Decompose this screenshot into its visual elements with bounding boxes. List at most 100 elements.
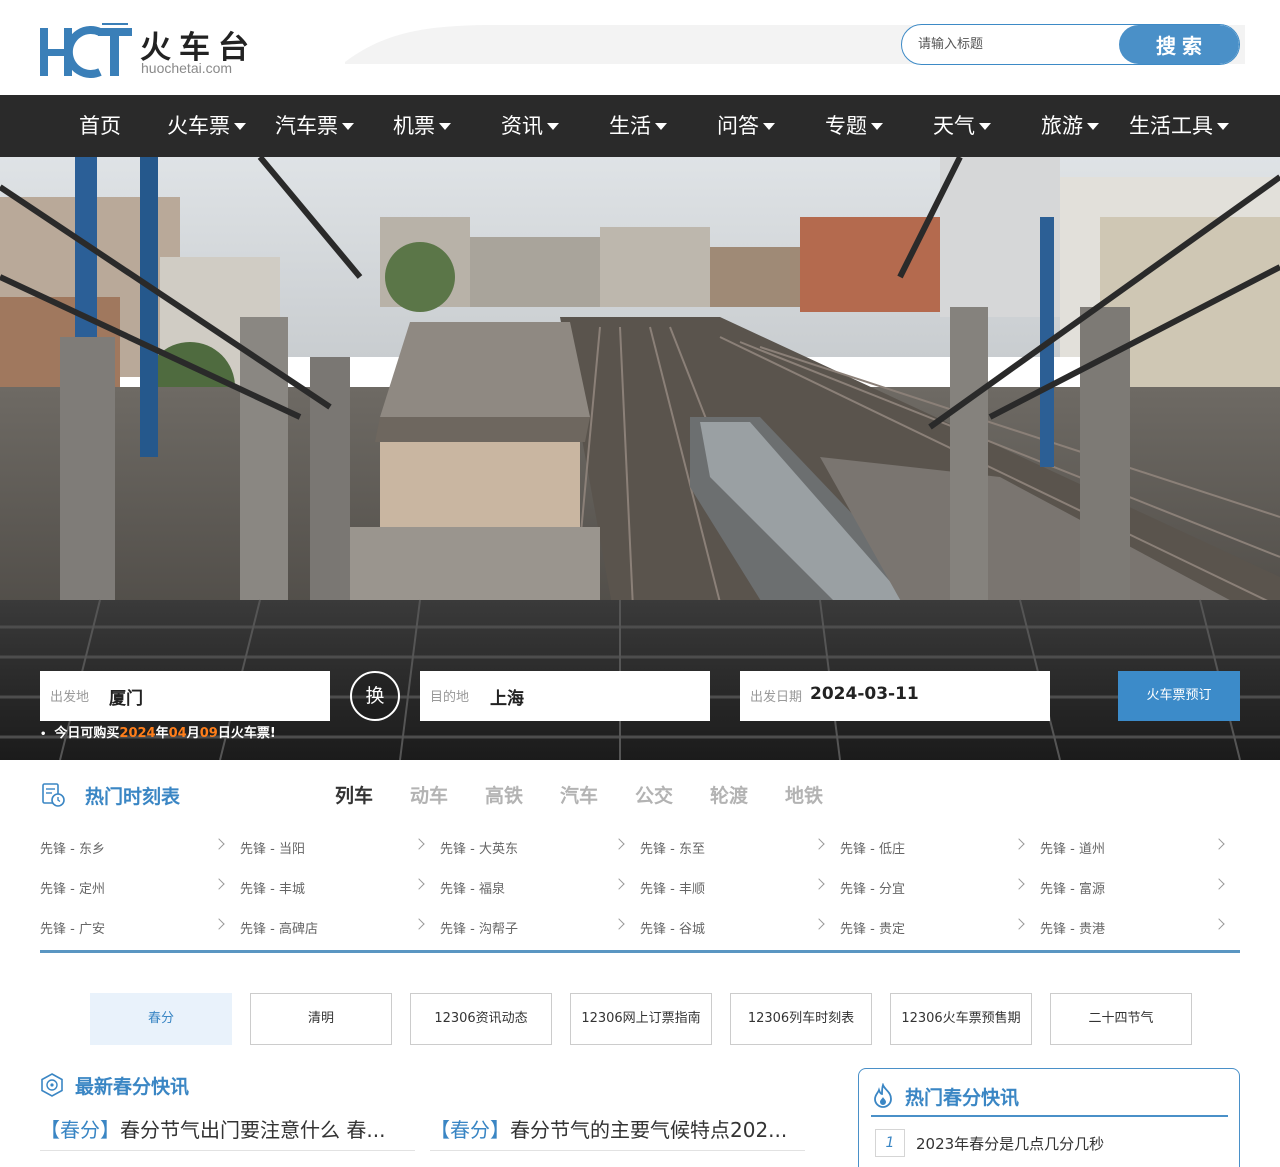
route-link[interactable]: 先锋 - 分宜 [840,876,1025,898]
route-link[interactable]: 先锋 - 定州 [40,876,225,898]
route-label: 先锋 - 道州 [1040,842,1105,857]
search-button[interactable]: 搜索 [1119,25,1239,64]
bullet-icon: • [40,729,47,740]
chevron-right-icon [613,838,625,850]
tab-ferry[interactable]: 轮渡 [710,781,748,808]
news-item-text: 春分节气出门要注意什么 春... [120,1118,386,1142]
route-label: 先锋 - 大英东 [440,842,518,857]
topic-tag-12306-presale[interactable]: 12306火车票预售期 [890,993,1032,1045]
tab-high-speed[interactable]: 高铁 [485,781,523,808]
route-label: 先锋 - 丰顺 [640,882,705,897]
news-item[interactable]: 【春分】春分节气出门要注意什么 春... [40,1114,415,1151]
route-link[interactable]: 先锋 - 福泉 [440,876,625,898]
nav-item-news[interactable]: 资讯 [501,95,559,157]
chevron-right-icon [413,838,425,850]
nav-item-train-tickets[interactable]: 火车票 [167,95,246,157]
chevron-right-icon [1213,838,1225,850]
date-field[interactable]: 出发日期 2024-03-11 [740,671,1050,721]
topic-tag-spring-equinox[interactable]: 春分 [90,993,232,1045]
route-link[interactable]: 先锋 - 贵定 [840,916,1025,938]
nav-item-travel[interactable]: 旅游 [1041,95,1099,157]
timetable-title: 热门时刻表 [85,786,181,808]
route-link[interactable]: 先锋 - 低庄 [840,836,1025,858]
tab-subway[interactable]: 地铁 [785,781,823,808]
schedule-icon [42,783,65,807]
caret-down-icon [547,122,559,130]
chevron-right-icon [1213,878,1225,890]
site-logo[interactable]: 火车台 huochetai.com [38,20,258,80]
topic-tag-12306-timetable[interactable]: 12306列车时刻表 [730,993,872,1045]
site-header: 火车台 huochetai.com 搜索 [0,0,1280,95]
route-label: 先锋 - 富源 [1040,882,1105,897]
route-link[interactable]: 先锋 - 当阳 [240,836,425,858]
tab-bus[interactable]: 汽车 [560,781,598,808]
nav-item-life-tools[interactable]: 生活工具 [1129,95,1229,157]
route-link[interactable]: 先锋 - 广安 [40,916,225,938]
rank-badge: 1 [875,1129,905,1157]
topic-tag-solar-terms[interactable]: 二十四节气 [1050,993,1192,1045]
route-link[interactable]: 先锋 - 丰城 [240,876,425,898]
news-item-tag: 【春分】 [430,1118,510,1142]
tab-emu[interactable]: 动车 [410,781,448,808]
route-link[interactable]: 先锋 - 沟帮子 [440,916,625,938]
presale-notice: • 今日可购买2024年04月09日火车票! [40,726,276,741]
tab-train[interactable]: 列车 [335,781,373,808]
nav-item-home[interactable]: 首页 [79,95,121,157]
caret-down-icon [234,122,246,130]
caret-down-icon [1217,122,1229,130]
route-link[interactable]: 先锋 - 东乡 [40,836,225,858]
tab-city-bus[interactable]: 公交 [635,781,673,808]
chevron-right-icon [813,838,825,850]
chevron-right-icon [213,918,225,930]
route-link[interactable]: 先锋 - 道州 [1040,836,1225,858]
chevron-right-icon [1213,918,1225,930]
nav-item-flights[interactable]: 机票 [393,95,451,157]
news-item[interactable]: 【春分】春分节气的主要气候特点202... [430,1114,805,1151]
hexagon-badge-icon [41,1073,63,1097]
main-nav: 首页 火车票 汽车票 机票 资讯 生活 问答 专题 天气 旅游 生活工具 [0,95,1280,157]
nav-item-bus-tickets[interactable]: 汽车票 [275,95,354,157]
search-box: 搜索 [901,24,1240,65]
caret-down-icon [979,122,991,130]
chevron-right-icon [813,878,825,890]
topic-tag-12306-guide[interactable]: 12306网上订票指南 [570,993,712,1045]
route-label: 先锋 - 低庄 [840,842,905,857]
route-link[interactable]: 先锋 - 高碑店 [240,916,425,938]
swap-button[interactable]: 换 [350,671,400,721]
hct-logo-icon [40,23,132,78]
route-label: 先锋 - 丰城 [240,882,305,897]
chevron-right-icon [213,838,225,850]
caret-down-icon [655,122,667,130]
search-input[interactable] [918,25,1118,64]
hot-news-item[interactable]: 1 2023年春分是几点几分几秒 [875,1129,1225,1157]
book-ticket-button[interactable]: 火车票预订 [1118,671,1240,721]
route-label: 先锋 - 东乡 [40,842,105,857]
route-link[interactable]: 先锋 - 东至 [640,836,825,858]
from-value: 厦门 [109,689,143,709]
logo-domain: huochetai.com [141,60,233,76]
flame-icon [874,1083,892,1108]
topic-tag-qingming[interactable]: 清明 [250,993,392,1045]
route-link[interactable]: 先锋 - 贵港 [1040,916,1225,938]
train-station-photo [0,157,1280,760]
news-title: 最新春分快讯 [75,1076,190,1098]
hot-news-divider [871,1115,1228,1117]
nav-item-qa[interactable]: 问答 [717,95,775,157]
route-link[interactable]: 先锋 - 丰顺 [640,876,825,898]
caret-down-icon [439,122,451,130]
route-label: 先锋 - 高碑店 [240,922,318,937]
date-label: 出发日期 [750,690,803,705]
route-link[interactable]: 先锋 - 富源 [1040,876,1225,898]
news-item-text: 春分节气的主要气候特点202... [510,1118,788,1142]
nav-item-weather[interactable]: 天气 [933,95,991,157]
chevron-right-icon [413,878,425,890]
nav-item-topics[interactable]: 专题 [825,95,883,157]
nav-item-life[interactable]: 生活 [609,95,667,157]
chevron-right-icon [813,918,825,930]
route-link[interactable]: 先锋 - 大英东 [440,836,625,858]
route-link[interactable]: 先锋 - 谷城 [640,916,825,938]
chevron-right-icon [1013,918,1025,930]
topic-tag-12306-news[interactable]: 12306资讯动态 [410,993,552,1045]
to-field[interactable]: 目的地 上海 [420,671,710,721]
from-field[interactable]: 出发地 厦门 [40,671,330,721]
